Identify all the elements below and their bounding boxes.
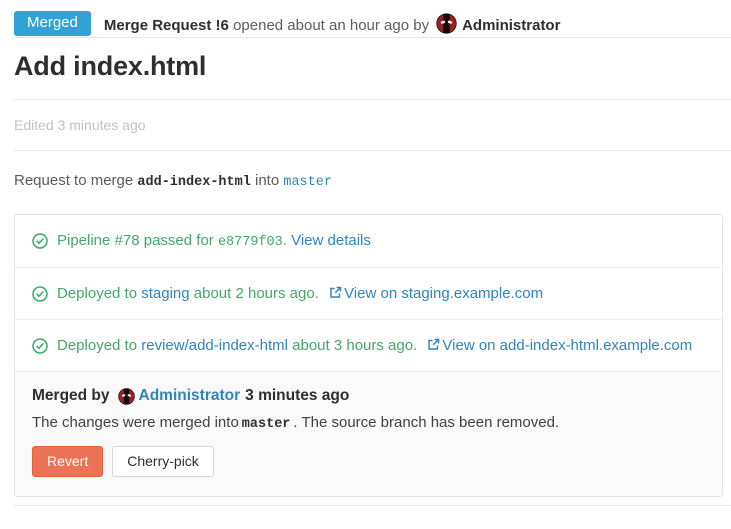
deployment-text: Deployed to staging about 2 hours ago. V…	[57, 285, 543, 302]
check-circle-icon	[32, 286, 48, 302]
merged-time: 3 minutes ago	[245, 387, 349, 405]
pipeline-period: .	[283, 232, 287, 249]
deploy-time: about 2 hours ago.	[194, 285, 319, 302]
cherry-pick-button[interactable]: Cherry-pick	[112, 446, 214, 477]
deploy-prefix: Deployed to	[57, 285, 137, 302]
merger-name-link[interactable]: Administrator	[139, 387, 241, 405]
view-on-environment-link[interactable]: View on staging.example.com	[344, 285, 543, 302]
view-on-environment-link[interactable]: View on add-index-html.example.com	[442, 337, 692, 354]
external-link-icon	[329, 286, 342, 299]
environment-link[interactable]: staging	[141, 285, 189, 302]
merged-footer: Merged by Administrator 3 minutes ago Th…	[15, 372, 722, 496]
request-to-merge-line: Request to merge add-index-html into mas…	[14, 172, 731, 190]
merge-request-page: Merged Merge Request !6 opened about an …	[0, 0, 731, 506]
divider	[14, 37, 731, 38]
environment-link[interactable]: review/add-index-html	[141, 337, 288, 354]
pipeline-text: Pipeline #78 passed for e8779f03. View d…	[57, 232, 371, 250]
external-link-icon	[427, 338, 440, 351]
mr-widget: Pipeline #78 passed for e8779f03. View d…	[14, 214, 723, 497]
opened-text: opened about an hour ago by	[233, 17, 429, 34]
divider	[14, 150, 731, 151]
merged-message-suffix: . The source branch has been removed.	[293, 414, 559, 431]
page-title: Add index.html	[14, 51, 731, 99]
pipeline-status-row: Pipeline #78 passed for e8779f03. View d…	[15, 215, 722, 268]
author-name-link[interactable]: Administrator	[462, 17, 560, 34]
merged-by-prefix: Merged by	[32, 387, 110, 405]
commit-sha-link[interactable]: e8779f03	[218, 235, 283, 250]
merged-message: The changes were merged intomaster. The …	[32, 414, 705, 432]
deployment-row-staging: Deployed to staging about 2 hours ago. V…	[15, 268, 722, 320]
deploy-prefix: Deployed to	[57, 337, 137, 354]
author-avatar[interactable]	[436, 13, 457, 34]
deadpool-avatar-icon	[118, 388, 135, 405]
merged-message-prefix: The changes were merged into	[32, 414, 239, 431]
revert-button[interactable]: Revert	[32, 446, 103, 477]
check-circle-icon	[32, 338, 48, 354]
status-badge: Merged	[14, 11, 91, 37]
source-branch: add-index-html	[137, 175, 250, 190]
deployment-row-review: Deployed to review/add-index-html about …	[15, 320, 722, 372]
check-circle-icon	[32, 233, 48, 249]
mr-reference: Merge Request !6	[104, 17, 229, 34]
merged-actions: Revert Cherry-pick	[32, 446, 705, 477]
deploy-time: about 3 hours ago.	[292, 337, 417, 354]
mr-header: Merged Merge Request !6 opened about an …	[14, 0, 731, 37]
merged-by-line: Merged by Administrator 3 minutes ago	[32, 387, 705, 405]
mr-header-text: Merge Request !6 opened about an hour ag…	[104, 13, 561, 34]
view-details-link[interactable]: View details	[291, 232, 371, 249]
edited-note: Edited 3 minutes ago	[14, 100, 731, 150]
request-prefix: Request to merge	[14, 172, 133, 189]
into-text: into	[255, 172, 279, 189]
merged-target-branch: master	[242, 417, 291, 432]
divider	[14, 505, 731, 506]
pipeline-prefix: Pipeline #78 passed for	[57, 232, 214, 249]
deadpool-avatar-icon	[436, 13, 457, 34]
merger-avatar[interactable]	[118, 388, 135, 405]
target-branch-link[interactable]: master	[283, 175, 332, 190]
deployment-text: Deployed to review/add-index-html about …	[57, 337, 692, 354]
